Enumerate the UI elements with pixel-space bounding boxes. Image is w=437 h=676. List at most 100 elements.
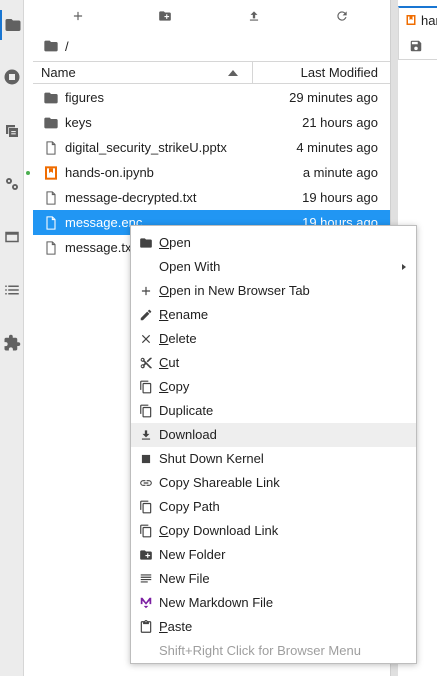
folder-icon[interactable]	[43, 38, 59, 54]
menu-item-cut[interactable]: Cut	[131, 351, 416, 375]
menu-item-copy-shareable-link[interactable]: Copy Shareable Link	[131, 471, 416, 495]
file-icon	[43, 139, 59, 155]
tab-hands-on[interactable]: han	[398, 6, 437, 32]
copy-icon	[138, 379, 154, 395]
file-modified: 21 hours ago	[302, 115, 378, 130]
menu-item-new-file[interactable]: New File	[131, 567, 416, 591]
folder-icon	[43, 114, 59, 130]
menu-item-shut-down-kernel[interactable]: Shut Down Kernel	[131, 447, 416, 471]
new-folder-icon	[159, 11, 171, 21]
new-folder-icon	[138, 547, 154, 563]
upload-button[interactable]	[243, 6, 265, 26]
table-of-contents-icon[interactable]	[0, 275, 24, 305]
file-row-figures[interactable]: figures 29 minutes ago	[33, 85, 390, 110]
menu-label: Shut Down Kernel	[159, 451, 264, 466]
file-row-keys[interactable]: keys 21 hours ago	[33, 110, 390, 135]
menu-item-download[interactable]: Download	[131, 423, 416, 447]
file-modified: 29 minutes ago	[289, 90, 378, 105]
paste-icon	[138, 619, 154, 635]
breadcrumb-path[interactable]: /	[65, 39, 69, 54]
menu-item-paste[interactable]: Paste	[131, 615, 416, 639]
menu-item-open[interactable]: Open	[131, 231, 416, 255]
duplicate-icon	[138, 403, 154, 419]
menu-item-open-new-tab[interactable]: Open in New Browser Tab	[131, 279, 416, 303]
notebook-toolbar	[398, 32, 437, 60]
file-icon	[43, 239, 59, 255]
file-name: digital_security_strikeU.pptx	[65, 140, 227, 155]
modified-column-header[interactable]: Last Modified	[301, 62, 378, 83]
git-icon[interactable]	[0, 116, 24, 146]
file-icon	[43, 189, 59, 205]
copy-path-icon	[138, 499, 154, 515]
menu-item-copy-path[interactable]: Copy Path	[131, 495, 416, 519]
menu-label: Duplicate	[159, 403, 214, 418]
menu-label: Copy	[159, 379, 190, 394]
menu-label: New Markdown File	[159, 595, 274, 610]
menu-label: Open in New Browser Tab	[159, 283, 310, 298]
menu-label: New File	[159, 571, 210, 586]
folder-icon	[138, 235, 154, 251]
new-launcher-button[interactable]	[67, 6, 89, 26]
menu-label: Delete	[159, 331, 197, 346]
menu-label: New Folder	[159, 547, 226, 562]
menu-label: Rename	[159, 307, 209, 322]
menu-label: Copy Path	[159, 499, 220, 514]
notebook-icon	[406, 15, 416, 25]
refresh-button[interactable]	[331, 6, 353, 26]
menu-label: Copy Download Link	[159, 523, 279, 538]
menu-label: Open With	[159, 259, 221, 274]
file-name: message.tx	[65, 240, 132, 255]
file-modified: 4 minutes ago	[296, 140, 378, 155]
menu-item-delete[interactable]: Delete	[131, 327, 416, 351]
property-inspector-icon[interactable]	[0, 169, 24, 199]
file-name: keys	[65, 115, 92, 130]
plus-icon	[73, 11, 83, 21]
tab-label: han	[421, 12, 437, 28]
file-browser-icon[interactable]	[0, 10, 24, 40]
folder-icon	[43, 89, 59, 105]
close-icon	[138, 331, 154, 347]
file-name: hands-on.ipynb	[65, 165, 154, 180]
menu-label: Download	[159, 427, 217, 442]
menu-label: Open	[159, 235, 191, 250]
menu-item-copy[interactable]: Copy	[131, 375, 416, 399]
file-name: figures	[65, 90, 105, 105]
markdown-icon	[138, 595, 154, 611]
extensions-icon[interactable]	[0, 328, 24, 358]
running-kernels-icon[interactable]	[0, 62, 24, 92]
refresh-icon	[337, 11, 347, 21]
breadcrumb: /	[43, 36, 69, 56]
notebook-icon	[43, 164, 59, 180]
scissors-icon	[138, 355, 154, 371]
file-row-message-decrypted[interactable]: message-decrypted.txt 19 hours ago	[33, 185, 390, 210]
tabs-icon[interactable]	[0, 222, 24, 252]
submenu-arrow-icon	[402, 264, 406, 270]
sort-ascending-icon	[228, 70, 238, 76]
link-icon	[138, 475, 154, 491]
menu-label: Shift+Right Click for Browser Menu	[159, 643, 361, 658]
copy-link-icon	[138, 523, 154, 539]
file-list-header: Name Last Modified	[33, 61, 390, 84]
running-indicator	[26, 171, 30, 175]
file-browser-toolbar	[25, 0, 390, 32]
name-column-label: Name	[41, 65, 76, 80]
menu-item-duplicate[interactable]: Duplicate	[131, 399, 416, 423]
menu-item-new-folder[interactable]: New Folder	[131, 543, 416, 567]
menu-label: Cut	[159, 355, 180, 370]
file-modified: a minute ago	[302, 165, 378, 180]
save-icon[interactable]	[409, 39, 423, 53]
activity-bar	[0, 0, 24, 676]
file-row-notebook[interactable]: hands-on.ipynb a minute ago	[26, 160, 390, 185]
upload-icon	[249, 11, 259, 21]
pencil-icon	[138, 307, 154, 323]
menu-item-copy-download-link[interactable]: Copy Download Link	[131, 519, 416, 543]
menu-item-new-markdown-file[interactable]: New Markdown File	[131, 591, 416, 615]
menu-item-rename[interactable]: Rename	[131, 303, 416, 327]
file-modified: 19 hours ago	[302, 190, 378, 205]
name-column-header[interactable]: Name	[33, 62, 253, 83]
file-name: message-decrypted.txt	[65, 190, 197, 205]
new-folder-button[interactable]	[154, 6, 176, 26]
menu-item-open-with[interactable]: Open With	[131, 255, 416, 279]
file-row-pptx[interactable]: digital_security_strikeU.pptx 4 minutes …	[33, 135, 390, 160]
context-menu: Open Open With Open in New Browser Tab R…	[130, 225, 417, 664]
